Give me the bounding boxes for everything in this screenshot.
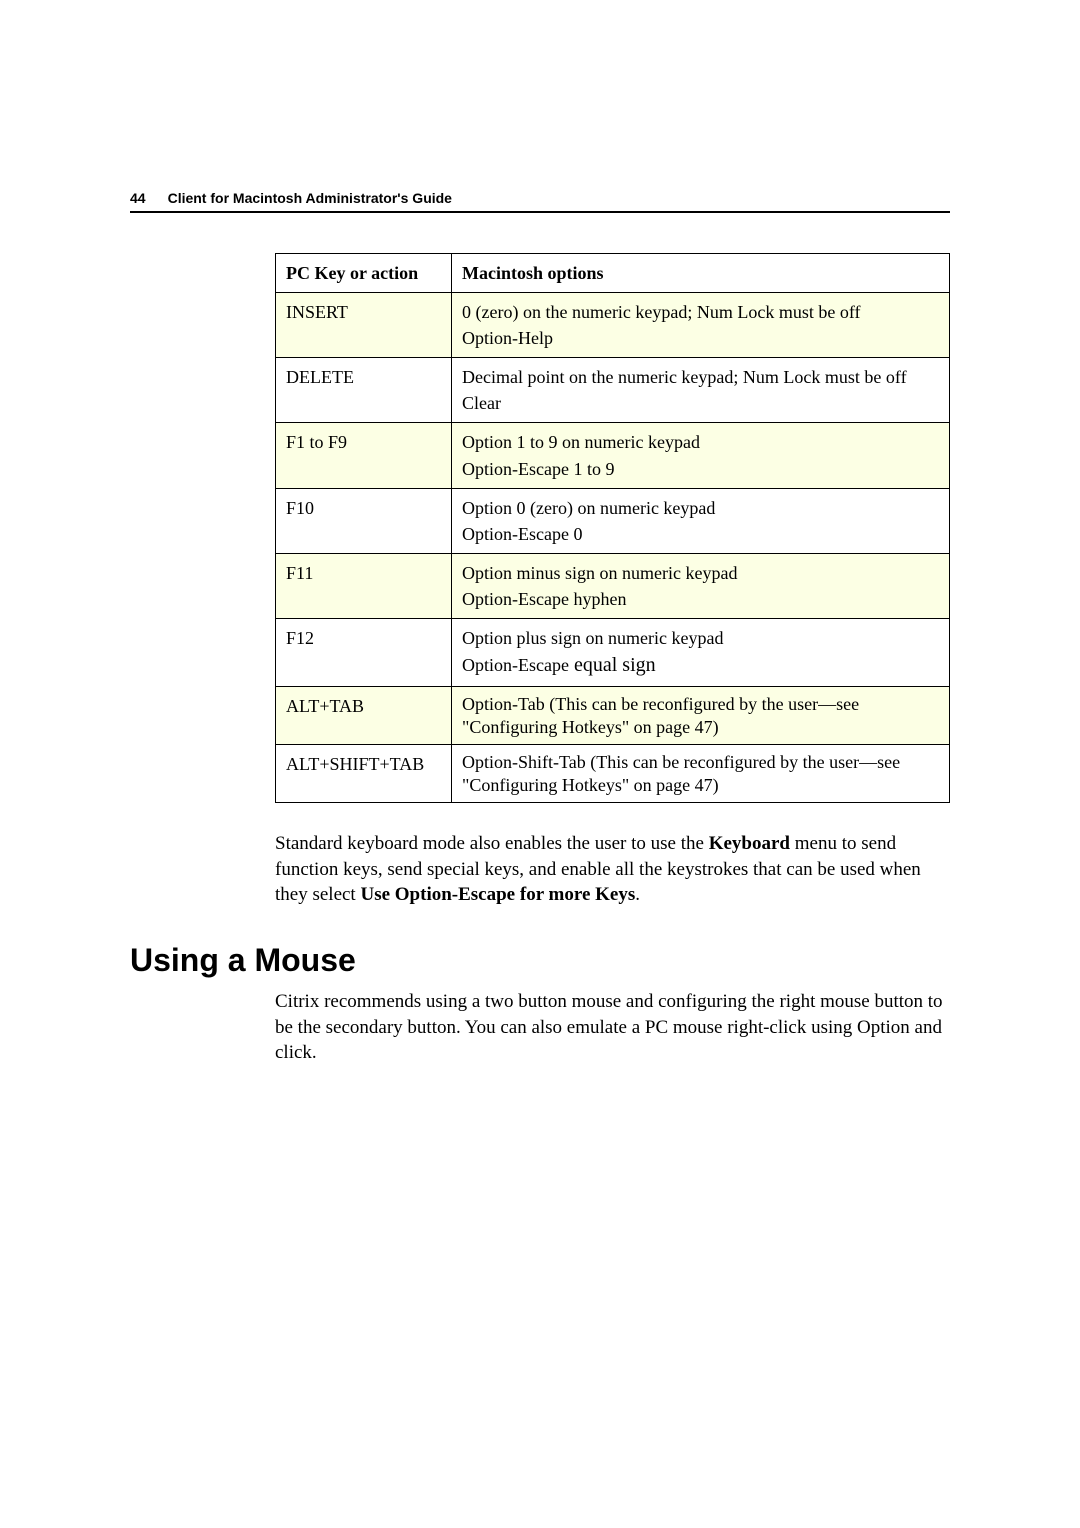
cell-text: Option-Escape <box>462 655 569 675</box>
cell-pc-key: F11 <box>276 553 452 618</box>
cell-pc-key: F12 <box>276 619 452 687</box>
cell-pc-key: F10 <box>276 488 452 553</box>
cell-line: Option minus sign on numeric keypad <box>462 560 939 586</box>
table-row: ALT+TAB Option-Tab (This can be reconfig… <box>276 687 950 745</box>
cell-line: Clear <box>462 390 939 416</box>
cell-line: Option-Escape 0 <box>462 521 939 547</box>
paragraph-mouse: Citrix recommends using a two button mou… <box>275 989 950 1066</box>
cell-line: Option-Escape hyphen <box>462 586 939 612</box>
page-header: 44 Client for Macintosh Administrator's … <box>130 190 950 213</box>
page: 44 Client for Macintosh Administrator's … <box>0 0 1080 1528</box>
table-row: F10 Option 0 (zero) on numeric keypad Op… <box>276 488 950 553</box>
text-run: . <box>635 884 640 905</box>
paragraph-keyboard-note: Standard keyboard mode also enables the … <box>275 831 950 908</box>
text-bold: Keyboard <box>709 833 790 854</box>
content-column: PC Key or action Macintosh options INSER… <box>275 253 950 908</box>
table-row: INSERT 0 (zero) on the numeric keypad; N… <box>276 293 950 358</box>
header-title: Client for Macintosh Administrator's Gui… <box>168 190 452 206</box>
cell-mac-option: Option plus sign on numeric keypad Optio… <box>452 619 950 687</box>
cell-mac-option: Option-Shift-Tab (This can be reconfigur… <box>452 745 950 803</box>
heading-using-a-mouse: Using a Mouse <box>130 942 950 979</box>
cell-line: Option-Escape 1 to 9 <box>462 456 939 482</box>
table-row: F11 Option minus sign on numeric keypad … <box>276 553 950 618</box>
cell-pc-key: ALT+TAB <box>276 687 452 745</box>
cell-pc-key: ALT+SHIFT+TAB <box>276 745 452 803</box>
cell-mac-option: Option 1 to 9 on numeric keypad Option-E… <box>452 423 950 488</box>
keymap-table: PC Key or action Macintosh options INSER… <box>275 253 950 803</box>
cell-line: Option-Escape equal sign <box>462 651 939 680</box>
cell-pc-key: DELETE <box>276 358 452 423</box>
table-row: F12 Option plus sign on numeric keypad O… <box>276 619 950 687</box>
table-row: F1 to F9 Option 1 to 9 on numeric keypad… <box>276 423 950 488</box>
cell-mac-option: Decimal point on the numeric keypad; Num… <box>452 358 950 423</box>
table-row: ALT+SHIFT+TAB Option-Shift-Tab (This can… <box>276 745 950 803</box>
cell-mac-option: Option-Tab (This can be reconfigured by … <box>452 687 950 745</box>
page-number: 44 <box>130 190 146 206</box>
cell-pc-key: INSERT <box>276 293 452 358</box>
text-run: Standard keyboard mode also enables the … <box>275 833 709 854</box>
cell-line: Option 1 to 9 on numeric keypad <box>462 429 939 455</box>
cell-mac-option: Option 0 (zero) on numeric keypad Option… <box>452 488 950 553</box>
table-header-row: PC Key or action Macintosh options <box>276 254 950 293</box>
cell-mac-option: 0 (zero) on the numeric keypad; Num Lock… <box>452 293 950 358</box>
cell-line: Option-Help <box>462 325 939 351</box>
cell-pc-key: F1 to F9 <box>276 423 452 488</box>
cell-mac-option: Option minus sign on numeric keypad Opti… <box>452 553 950 618</box>
cell-text-alt: equal sign <box>569 654 656 676</box>
cell-line: 0 (zero) on the numeric keypad; Num Lock… <box>462 299 939 325</box>
cell-line: Option 0 (zero) on numeric keypad <box>462 495 939 521</box>
cell-line: Option plus sign on numeric keypad <box>462 625 939 651</box>
cell-line: Decimal point on the numeric keypad; Num… <box>462 364 939 390</box>
table-header-pc-key: PC Key or action <box>276 254 452 293</box>
text-bold: Use Option-Escape for more Keys <box>360 884 635 905</box>
content-column: Citrix recommends using a two button mou… <box>275 989 950 1066</box>
table-header-mac-options: Macintosh options <box>452 254 950 293</box>
table-row: DELETE Decimal point on the numeric keyp… <box>276 358 950 423</box>
